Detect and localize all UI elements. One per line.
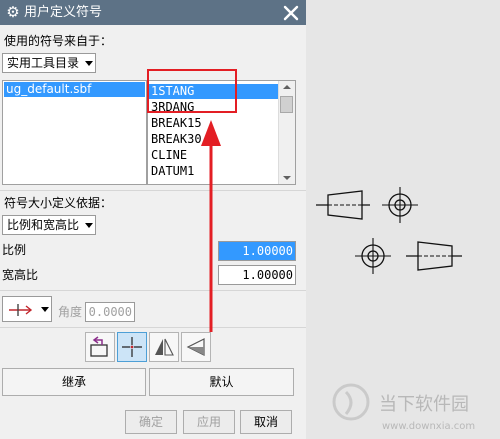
cancel-button[interactable]: 取消 (240, 410, 292, 434)
mirror-icon (152, 335, 176, 362)
reverse-taper-icon (406, 241, 462, 271)
title-bar: ⚙ 用户定义符号 (0, 0, 306, 25)
source-select[interactable]: 实用工具目录 (2, 53, 96, 73)
scroll-thumb[interactable] (280, 96, 293, 113)
divider (0, 190, 306, 191)
watermark-url: www.downxia.com (382, 421, 475, 432)
size-basis-select[interactable]: 比例和宽高比 (2, 215, 96, 235)
size-basis-label: 符号大小定义依据： (4, 196, 113, 210)
source-select-value: 实用工具目录 (7, 56, 80, 70)
tolerance-taper-icon (316, 190, 370, 220)
mirror-button[interactable] (149, 332, 179, 362)
chevron-down-icon (85, 61, 93, 66)
symbol-list-scrollbar[interactable] (278, 81, 295, 184)
size-basis-select-value: 比例和宽高比 (7, 218, 80, 232)
divider (0, 290, 306, 291)
angle-label: 角度 (58, 305, 83, 319)
flip-icon (184, 335, 208, 362)
close-icon[interactable] (280, 2, 302, 24)
edit-symbol-button[interactable] (85, 332, 115, 362)
watermark-logo (332, 383, 370, 421)
apply-button[interactable]: 应用 (183, 410, 235, 434)
third-angle-projection-icon (355, 238, 391, 274)
leader-arrow-icon (8, 301, 34, 320)
angle-input[interactable]: 0.0000 (85, 302, 135, 322)
scroll-down-icon[interactable] (283, 176, 291, 180)
watermark-text: 当下软件园 (379, 394, 469, 415)
divider (0, 327, 306, 328)
source-label: 使用的符号来自于： (4, 34, 113, 48)
list-item[interactable]: ug_default.sbf (4, 82, 145, 97)
annotation-highlight-box (147, 69, 237, 113)
graphics-canvas[interactable]: 当下软件园 www.downxia.com (306, 25, 500, 439)
edit-icon (88, 335, 112, 362)
ok-button[interactable]: 确定 (125, 410, 177, 434)
scale-label: 比例 (2, 243, 27, 257)
library-list[interactable]: ug_default.sbf (2, 80, 147, 185)
default-button[interactable]: 默认 (149, 368, 294, 396)
crosshair-icon (120, 335, 144, 362)
dialog-title: 用户定义符号 (24, 5, 103, 20)
center-point-button[interactable] (117, 332, 147, 362)
annotation-arrow (201, 120, 221, 332)
first-angle-projection-icon (382, 187, 418, 223)
user-defined-symbol-dialog: ⚙ 用户定义符号 使用的符号来自于： 实用工具目录 ug_default.sbf… (0, 0, 306, 439)
leader-type-select[interactable] (2, 296, 52, 322)
aspect-ratio-label: 宽高比 (2, 268, 39, 282)
inherit-button[interactable]: 继承 (2, 368, 146, 396)
chevron-down-icon (85, 223, 93, 228)
gear-icon: ⚙ (6, 3, 20, 21)
scroll-up-icon[interactable] (283, 85, 291, 89)
chevron-down-icon (41, 307, 49, 312)
